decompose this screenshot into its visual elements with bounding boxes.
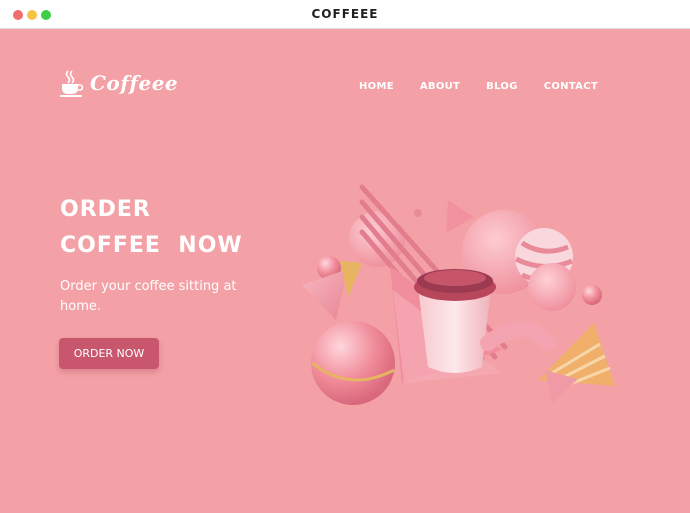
hero-title-line-2: COFFEE NOW bbox=[60, 233, 243, 258]
nav-contact-link[interactable]: CONTACT bbox=[544, 81, 598, 92]
order-now-button[interactable]: ORDER NOW bbox=[59, 338, 159, 369]
main-nav: HOME ABOUT BLOG CONTACT bbox=[359, 81, 624, 92]
window-titlebar: COFFEEE bbox=[0, 0, 690, 29]
window-title: COFFEEE bbox=[311, 7, 379, 21]
brand-logo[interactable]: Coffeee bbox=[60, 69, 178, 97]
nav-home-link[interactable]: HOME bbox=[359, 81, 394, 92]
hero-title: ORDER COFFEE NOW bbox=[60, 192, 243, 264]
landing-page: Coffeee HOME ABOUT BLOG CONTACT ORDER CO… bbox=[0, 29, 690, 513]
hero-subtitle: Order your coffee sitting at home. bbox=[60, 279, 237, 314]
brand-name: Coffeee bbox=[90, 71, 179, 95]
nav-blog-link[interactable]: BLOG bbox=[486, 81, 518, 92]
nav-about-link[interactable]: ABOUT bbox=[420, 81, 460, 92]
coffee-illustration bbox=[290, 147, 630, 407]
coffee-cup-icon bbox=[60, 69, 84, 97]
hero-title-line-1: ORDER bbox=[60, 197, 151, 222]
